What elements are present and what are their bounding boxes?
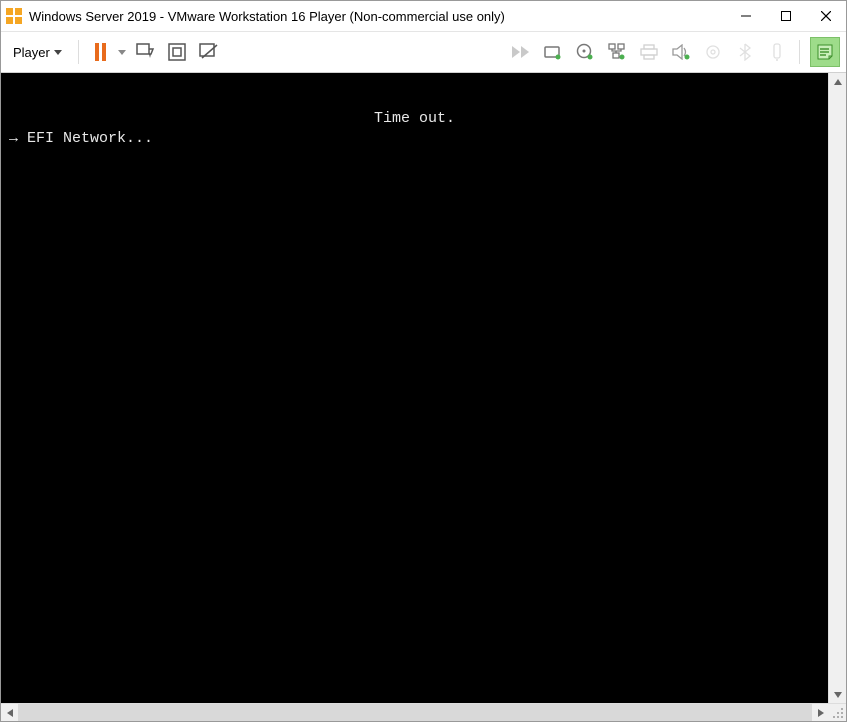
title-bar: Windows Server 2019 - VMware Workstation… — [1, 1, 846, 32]
close-button[interactable] — [806, 1, 846, 31]
scroll-down-button[interactable] — [829, 686, 846, 703]
player-menu[interactable]: Player — [7, 43, 68, 62]
bluetooth-device-button[interactable] — [731, 38, 759, 66]
pause-vm-button[interactable] — [87, 38, 115, 66]
fast-forward-button[interactable] — [507, 38, 535, 66]
content-area: Time out. → EFI Network... — [1, 73, 846, 721]
camera-device-button[interactable] — [699, 38, 727, 66]
scroll-up-button[interactable] — [829, 73, 846, 90]
network-adapter-button[interactable] — [603, 38, 631, 66]
power-dropdown[interactable] — [115, 48, 129, 56]
hard-disk-device-button[interactable] — [539, 38, 567, 66]
printer-icon — [640, 44, 658, 60]
fullscreen-button[interactable] — [163, 38, 191, 66]
hard-disk-icon — [544, 44, 562, 60]
minimize-button[interactable] — [726, 1, 766, 31]
usb-device-button[interactable] — [763, 38, 791, 66]
scroll-right-button[interactable] — [812, 704, 829, 721]
chevron-down-icon — [54, 48, 62, 56]
scroll-left-button[interactable] — [1, 704, 18, 721]
sound-device-button[interactable] — [667, 38, 695, 66]
window-title: Windows Server 2019 - VMware Workstation… — [29, 9, 505, 24]
pause-icon — [95, 43, 106, 61]
unity-mode-button[interactable] — [195, 38, 223, 66]
usb-icon — [772, 43, 782, 61]
console-timeout-line: Time out. — [1, 109, 828, 129]
maximize-button[interactable] — [766, 1, 806, 31]
network-icon — [608, 43, 626, 61]
unity-icon — [199, 43, 219, 61]
message-log-button[interactable] — [810, 37, 840, 67]
horizontal-scroll-track[interactable] — [18, 704, 812, 721]
send-ctrl-alt-del-button[interactable] — [131, 38, 159, 66]
bluetooth-icon — [739, 43, 751, 61]
horizontal-scrollbar[interactable] — [1, 703, 846, 721]
toolbar-separator — [78, 40, 79, 64]
app-window: Windows Server 2019 - VMware Workstation… — [0, 0, 847, 722]
vm-console[interactable]: Time out. → EFI Network... — [1, 73, 828, 703]
vertical-scrollbar[interactable] — [828, 73, 846, 703]
vmware-app-icon — [5, 7, 23, 25]
toolbar: Player — [1, 32, 846, 73]
send-keys-icon — [135, 42, 155, 62]
fast-forward-icon — [512, 46, 530, 58]
toolbar-separator — [799, 40, 800, 64]
fullscreen-icon — [168, 43, 186, 61]
printer-device-button[interactable] — [635, 38, 663, 66]
cd-dvd-device-button[interactable] — [571, 38, 599, 66]
speaker-icon — [672, 44, 690, 60]
player-menu-label: Player — [13, 45, 50, 60]
note-icon — [817, 44, 833, 60]
vm-row: Time out. → EFI Network... — [1, 73, 846, 703]
console-efi-line: → EFI Network... — [1, 129, 828, 149]
resize-grip[interactable] — [829, 704, 846, 721]
disc-icon — [576, 43, 594, 61]
toolbar-right-group — [505, 37, 840, 67]
camera-icon — [704, 43, 722, 61]
